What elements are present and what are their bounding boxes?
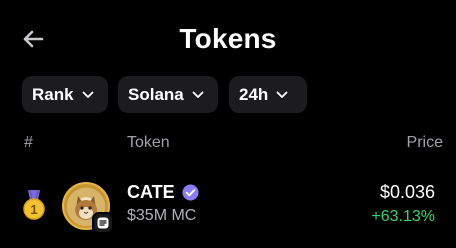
token-price: $0.036 xyxy=(379,182,435,202)
chevron-down-icon xyxy=(276,91,288,99)
page-title: Tokens xyxy=(179,23,277,54)
chain-filter-label: Solana xyxy=(128,84,184,104)
chevron-down-icon xyxy=(192,91,204,99)
token-symbol: CATE xyxy=(127,182,175,202)
timeframe-filter-label: 24h xyxy=(239,84,269,104)
chain-filter-dropdown[interactable]: Solana xyxy=(118,76,218,113)
chevron-down-icon xyxy=(82,91,94,99)
rank-column-header: # xyxy=(24,134,33,151)
tokens-screen: Tokens Rank Solana 24h # Token Price 1 C… xyxy=(0,0,456,248)
gold-medal-icon: 1 xyxy=(23,189,45,220)
token-market-cap: $35M MC xyxy=(127,207,197,224)
token-price-change: +63.13% xyxy=(371,208,435,225)
verified-badge-icon xyxy=(182,184,199,201)
token-column-header: Token xyxy=(127,134,170,151)
price-column-header[interactable]: Price xyxy=(407,134,443,152)
rank-filter-label: Rank xyxy=(32,84,74,104)
platform-badge-icon xyxy=(92,212,114,234)
rank-filter-dropdown[interactable]: Rank xyxy=(22,76,108,113)
medal-rank: 1 xyxy=(30,202,37,217)
timeframe-filter-dropdown[interactable]: 24h xyxy=(229,76,307,113)
token-row[interactable]: 1 CATE $35M MC $0.036 +63.13% xyxy=(0,172,456,244)
token-avatar xyxy=(62,182,114,234)
